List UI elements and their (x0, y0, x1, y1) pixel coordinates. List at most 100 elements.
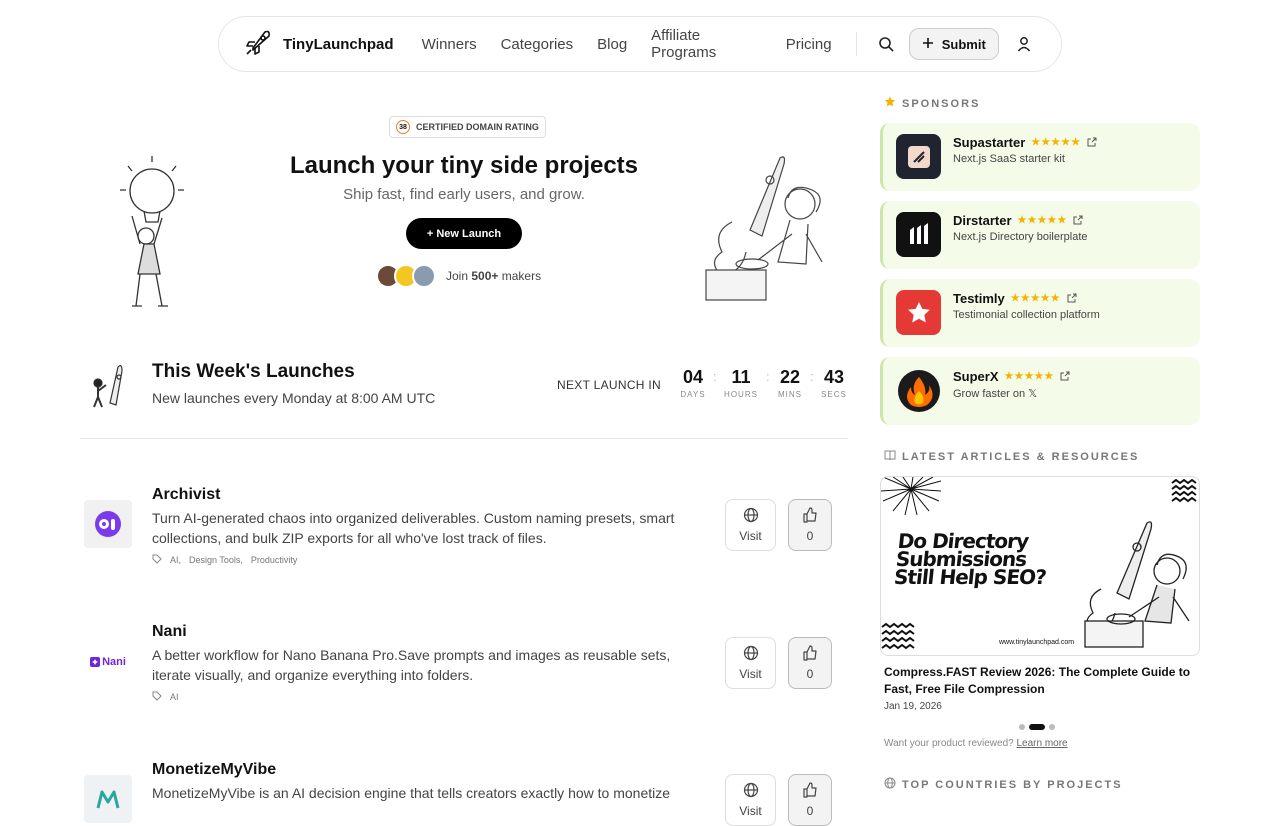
product-tags: AI (152, 691, 179, 703)
sponsor-card-superx[interactable]: SuperX ★★★★★ Grow faster on 𝕏 (880, 357, 1200, 425)
visit-label: Visit (739, 667, 762, 681)
visit-label: Visit (739, 529, 762, 543)
submit-button[interactable]: Submit (908, 28, 999, 60)
product-name[interactable]: Nani (152, 623, 187, 641)
zigzag-decoration (881, 622, 915, 655)
nani-logo: Nani (84, 638, 132, 686)
carousel-dot-active[interactable] (1029, 724, 1045, 730)
avatar (412, 264, 436, 288)
rating-stars: ★★★★★ (1017, 215, 1068, 226)
nav-link-pricing[interactable]: Pricing (786, 36, 832, 53)
review-prefix: Want your product reviewed? (884, 738, 1014, 749)
countdown-secs: 43 SECS (814, 367, 854, 399)
article-image-url: www.tinylaunchpad.com (999, 639, 1075, 646)
product-item-archivist[interactable]: Archivist Turn AI-generated chaos into o… (80, 486, 848, 586)
sponsor-name-row: Dirstarter ★★★★★ (953, 213, 1083, 228)
sponsor-name-row: Supastarter ★★★★★ (953, 135, 1097, 150)
nani-logo-text: Nani (102, 656, 126, 668)
article-title[interactable]: Compress.FAST Review 2026: The Complete … (884, 664, 1200, 698)
product-item-nani[interactable]: Nani Nani A better workflow for Nano Ban… (80, 623, 848, 723)
dirstarter-logo (896, 212, 941, 257)
visit-button[interactable]: Visit (725, 637, 776, 689)
sponsor-name-row: Testimly ★★★★★ (953, 291, 1077, 306)
globe-icon (743, 507, 759, 526)
week-subtitle: New launches every Monday at 8:00 AM UTC (152, 390, 436, 406)
countdown-days-value: 04 (682, 367, 704, 387)
article-card-image[interactable]: Do Directory Submissions Still Help SEO?… (880, 476, 1200, 656)
tag-icon (152, 554, 162, 566)
zigzag-decoration (1171, 478, 1197, 508)
sponsor-name: Dirstarter (953, 213, 1012, 228)
countdown-hours-value: 11 (731, 367, 751, 387)
nav-link-winners[interactable]: Winners (422, 36, 477, 53)
person-rocket-icon (86, 361, 134, 409)
learn-more-link[interactable]: Learn more (1016, 738, 1067, 749)
product-description: Turn AI-generated chaos into organized d… (152, 510, 675, 546)
tag-icon (152, 691, 162, 703)
thumbs-up-icon (802, 782, 818, 801)
join-count: 500+ (471, 269, 499, 283)
globe-icon (743, 782, 759, 801)
join-text: Join 500+ makers (446, 269, 541, 283)
book-icon (884, 449, 896, 464)
carousel-dot[interactable] (1049, 724, 1055, 730)
sponsor-description: Next.js Directory boilerplate (953, 231, 1088, 243)
nav-link-blog[interactable]: Blog (597, 36, 627, 53)
rating-stars: ★★★★★ (1004, 371, 1055, 382)
sponsor-description: Testimonial collection platform (953, 309, 1100, 321)
countries-heading: TOP COUNTRIES BY PROJECTS (884, 777, 1123, 792)
domain-rating-badge[interactable]: 38 CERTIFIED DOMAIN RATING (389, 116, 546, 138)
tag-ai[interactable]: AI, (170, 555, 181, 565)
sponsor-card-supastarter[interactable]: Supastarter ★★★★★ Next.js SaaS starter k… (880, 123, 1200, 191)
archivist-logo (84, 500, 132, 548)
countdown-separator: : (713, 369, 717, 384)
rating-stars: ★★★★★ (1010, 293, 1061, 304)
sponsor-card-testimly[interactable]: Testimly ★★★★★ Testimonial collection pl… (880, 279, 1200, 347)
articles-heading: LATEST ARTICLES & RESOURCES (884, 449, 1139, 464)
domain-rating-label: CERTIFIED DOMAIN RATING (416, 122, 539, 132)
visit-button[interactable]: Visit (725, 499, 776, 551)
carousel-dot[interactable] (1019, 724, 1025, 730)
countdown-mins-value: 22 (779, 367, 801, 387)
tag-productivity[interactable]: Productivity (251, 555, 298, 565)
superx-logo (896, 368, 941, 413)
sponsor-description: Grow faster on 𝕏 (953, 388, 1038, 400)
rocket-launch-illustration (702, 152, 832, 304)
vote-count: 0 (806, 667, 814, 681)
nav-link-categories[interactable]: Categories (501, 36, 574, 53)
visit-button[interactable]: Visit (725, 774, 776, 826)
globe-icon (743, 645, 759, 664)
search-icon[interactable] (873, 30, 899, 58)
makers-join: Join 500+ makers (376, 264, 541, 288)
star-icon (884, 96, 896, 111)
article-image-title: Do Directory Submissions Still Help SEO? (892, 529, 1047, 589)
visit-label: Visit (739, 804, 762, 818)
nav-divider (855, 32, 857, 56)
sponsor-card-dirstarter[interactable]: Dirstarter ★★★★★ Next.js Directory boile… (880, 201, 1200, 269)
vote-count: 0 (806, 804, 814, 818)
upvote-button[interactable]: 0 (788, 499, 832, 551)
brand-link[interactable]: TinyLaunchpad (243, 26, 394, 63)
external-link-icon (1067, 291, 1077, 306)
testimly-logo (896, 290, 941, 335)
product-item-monetizemyvibe[interactable]: MonetizeMyVibe MonetizeMyVibe is an AI d… (80, 761, 848, 826)
rating-stars: ★★★★★ (1031, 137, 1082, 148)
countdown-hours-label: HOURS (724, 390, 758, 399)
sunburst-decoration (881, 477, 942, 522)
join-prefix: Join (446, 269, 469, 283)
sponsor-name: Testimly (953, 291, 1005, 306)
new-launch-button[interactable]: + New Launch (406, 218, 522, 249)
tag-design-tools[interactable]: Design Tools, (189, 555, 243, 565)
sponsors-heading: SPONSORS (884, 96, 980, 111)
countdown-days-label: DAYS (680, 390, 706, 399)
nav-link-affiliate-programs[interactable]: Affiliate Programs (651, 27, 762, 61)
product-name[interactable]: MonetizeMyVibe (152, 761, 276, 779)
upvote-button[interactable]: 0 (788, 637, 832, 689)
hero-section: 38 CERTIFIED DOMAIN RATING Launch your t… (80, 100, 848, 320)
user-account-icon[interactable] (1011, 30, 1037, 58)
countdown-hours: 11 HOURS (721, 367, 761, 399)
product-name[interactable]: Archivist (152, 486, 220, 504)
upvote-button[interactable]: 0 (788, 774, 832, 826)
tag-ai[interactable]: AI (170, 692, 179, 702)
plus-icon (922, 37, 934, 52)
